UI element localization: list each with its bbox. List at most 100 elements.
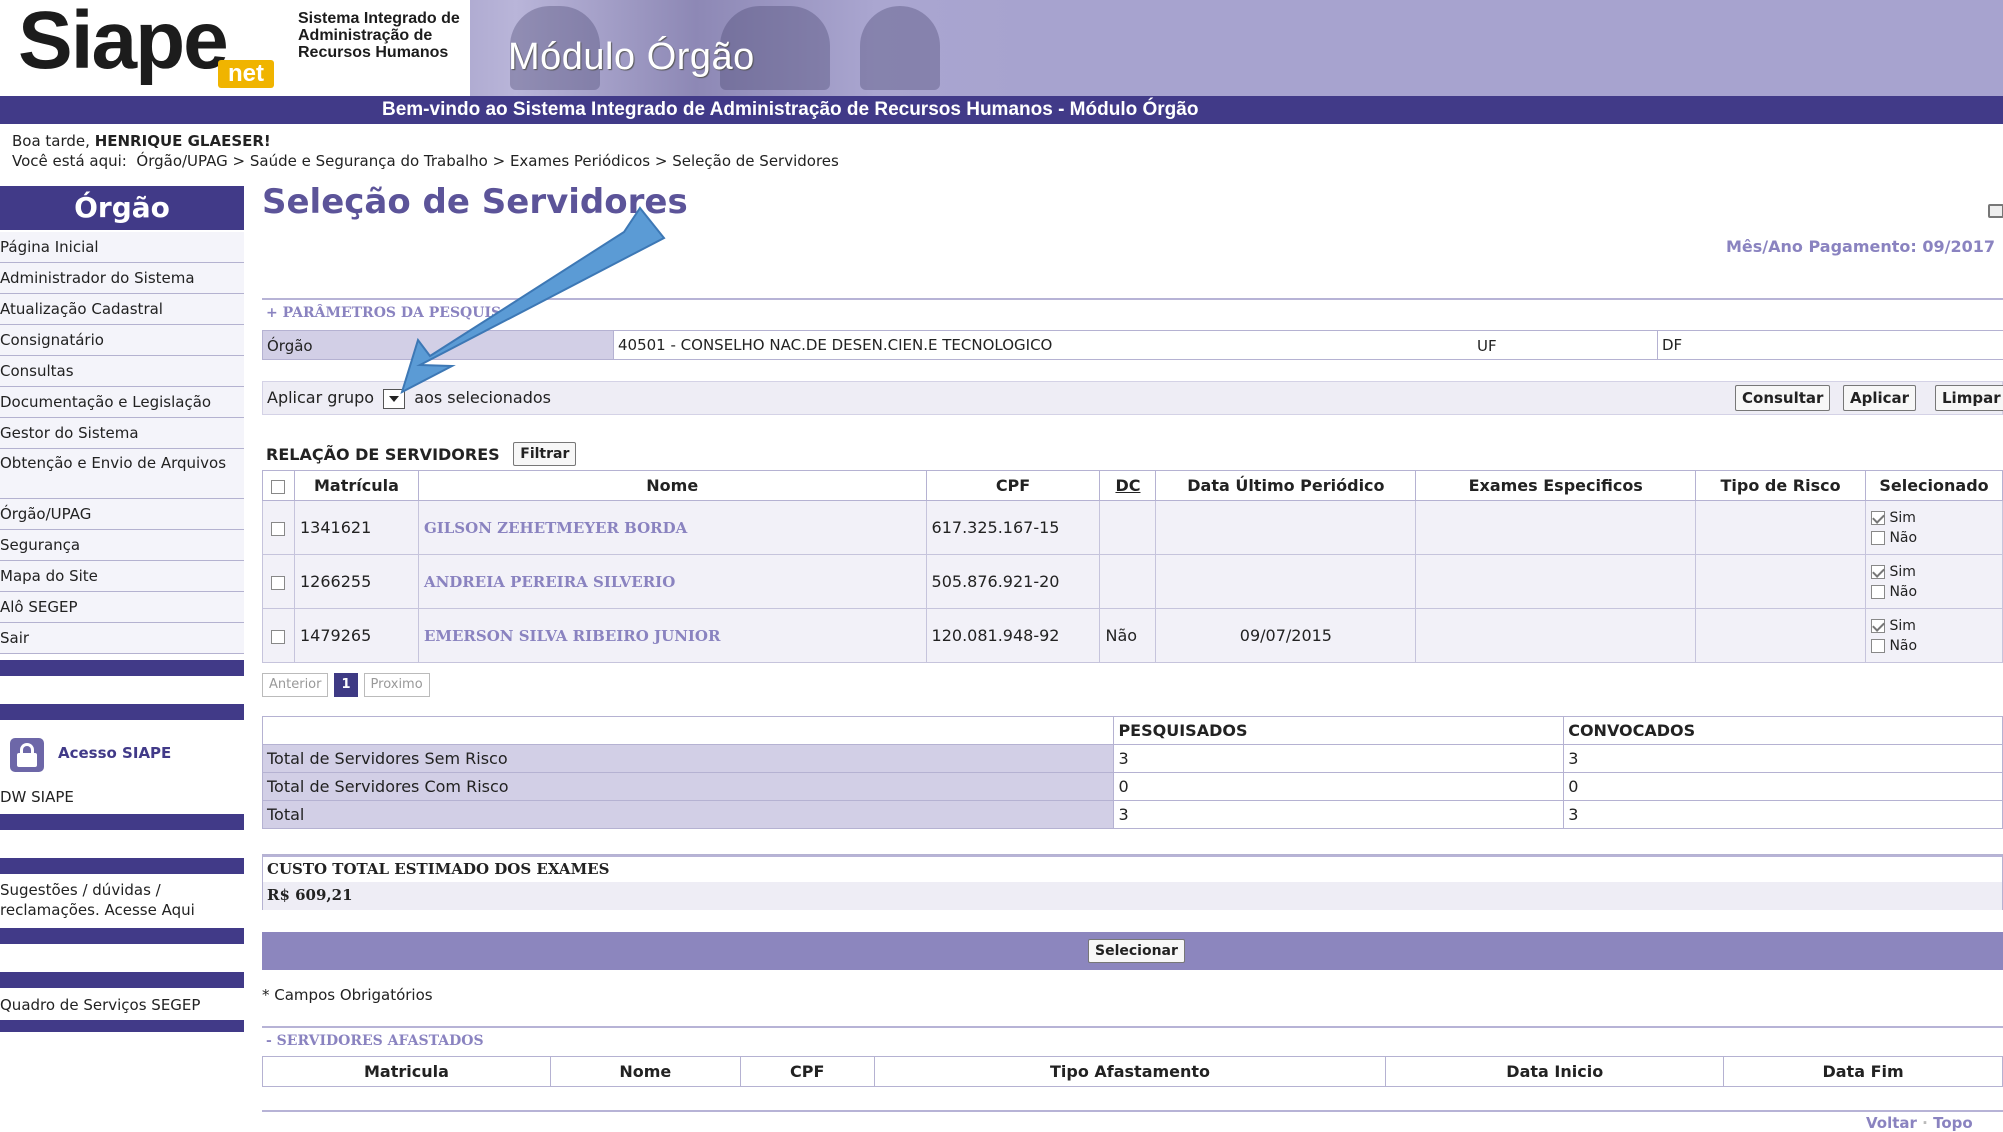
select-all-checkbox[interactable] (271, 479, 286, 494)
sidebar-item-obtencao-arquivos[interactable]: Obtenção e Envio de Arquivos (0, 449, 244, 499)
sidebar-item-orgao-upag[interactable]: Órgão/UPAG (0, 499, 244, 530)
uf-value: DF (1657, 331, 2003, 359)
print-icon[interactable] (1988, 204, 2003, 218)
sidebar-item-gestor[interactable]: Gestor do Sistema (0, 418, 244, 449)
col-selecionado: Selecionado (1864, 470, 2003, 501)
cell-data: 09/07/2015 (1155, 608, 1417, 663)
dw-siape-link[interactable]: DW SIAPE (0, 788, 74, 806)
totals-label: Total de Servidores Sem Risco (261, 744, 1115, 773)
sidebar-item-documentacao[interactable]: Documentação e Legislação (0, 387, 244, 418)
cell-dc: Não (1099, 608, 1157, 663)
siapenet-logo[interactable]: Siape net Sistema Integrado de Administr… (0, 0, 470, 96)
col-afast-nome: Nome (549, 1056, 741, 1087)
group-select[interactable] (383, 388, 406, 409)
cell-cpf: 120.081.948-92 (925, 608, 1101, 663)
nao-checkbox[interactable] (1870, 530, 1885, 545)
sidebar-item-mapa-site[interactable]: Mapa do Site (0, 561, 244, 592)
row-checkbox[interactable] (271, 629, 286, 644)
row-checkbox[interactable] (271, 575, 286, 590)
afastados-section-header[interactable]: - SERVIDORES AFASTADOS (266, 1033, 484, 1049)
nao-checkbox[interactable] (1870, 638, 1885, 653)
params-section-header[interactable]: + PARÂMETROS DA PESQUISA (266, 305, 512, 321)
totals-pesq: 3 (1113, 800, 1565, 829)
sidebar-item-atualizacao-cadastral[interactable]: Atualização Cadastral (0, 294, 244, 325)
sidebar-item-alo-segep[interactable]: Alô SEGEP (0, 592, 244, 623)
cell-cpf: 505.876.921-20 (925, 554, 1101, 609)
sidebar-item-seguranca[interactable]: Segurança (0, 530, 244, 561)
params-row: Órgão 40501 - CONSELHO NAC.DE DESEN.CIEN… (262, 330, 2003, 360)
cell-dc (1099, 554, 1157, 609)
cell-data (1155, 500, 1417, 555)
quadro-servicos-link[interactable]: Quadro de Serviços SEGEP (0, 996, 200, 1014)
breadcrumb-item[interactable]: Saúde e Segurança do Trabalho (250, 152, 488, 170)
pager-next[interactable]: Proximo (363, 673, 430, 697)
mes-ano-pagamento: Mês/Ano Pagamento: 09/2017 (1726, 237, 1995, 256)
aplicar-button[interactable]: Aplicar (1843, 385, 1917, 411)
totals-row: Total 3 3 (261, 800, 2003, 829)
section-divider (262, 1026, 2003, 1028)
cell-cpf: 617.325.167-15 (925, 500, 1101, 555)
lock-icon[interactable] (10, 738, 44, 772)
selecionar-button[interactable]: Selecionar (1088, 939, 1185, 963)
acesso-siape-link[interactable]: Acesso SIAPE (58, 744, 171, 762)
orgao-value: 40501 - CONSELHO NAC.DE DESEN.CIEN.E TEC… (613, 331, 1729, 359)
sidebar-title: Órgão (0, 186, 244, 230)
voltar-link[interactable]: Voltar (1866, 1114, 1917, 1132)
breadcrumb-item[interactable]: Órgão/UPAG (136, 152, 227, 170)
servidor-name-link[interactable]: GILSON ZEHETMEYER BORDA (424, 519, 687, 537)
servidor-name-link[interactable]: ANDREIA PEREIRA SILVERIO (424, 573, 675, 591)
totals-conv: 3 (1563, 744, 2003, 773)
pager-prev[interactable]: Anterior (262, 673, 329, 697)
col-afast-inicio: Data Inicio (1385, 1056, 1725, 1087)
totals-row: Total de Servidores Sem Risco 3 3 (261, 744, 2003, 773)
cell-exames (1415, 500, 1697, 555)
sidebar-item-consignatario[interactable]: Consignatário (0, 325, 244, 356)
sidebar-item-pagina-inicial[interactable]: Página Inicial (0, 232, 244, 263)
pagination: Anterior 1 Proximo (262, 673, 436, 697)
header-banner: Siape net Sistema Integrado de Administr… (0, 0, 2003, 96)
filtrar-button[interactable]: Filtrar (513, 442, 577, 466)
col-data-ultimo: Data Último Periódico (1155, 470, 1417, 501)
breadcrumb-item[interactable]: Exames Periódicos (510, 152, 650, 170)
cell-matricula: 1266255 (293, 554, 419, 609)
relacao-title: RELAÇÃO DE SERVIDORES Filtrar (266, 442, 577, 468)
consultar-button[interactable]: Consultar (1735, 385, 1831, 411)
cell-exames (1415, 554, 1697, 609)
sidebar-item-sair[interactable]: Sair (0, 623, 244, 654)
row-checkbox[interactable] (271, 521, 286, 536)
logo-subtitle: Sistema Integrado de Administração de Re… (298, 10, 460, 61)
totals-conv: 3 (1563, 800, 2003, 829)
sugestoes-link[interactable]: Sugestões / dúvidas / reclamações. Acess… (0, 880, 195, 920)
selecionar-bar: Selecionar (262, 932, 2003, 970)
sidebar-divider (0, 858, 244, 874)
sidebar-divider (0, 972, 244, 988)
col-dc: DC (1099, 470, 1157, 501)
table-row: 1266255 ANDREIA PEREIRA SILVERIO 505.876… (262, 554, 2003, 609)
pager-page[interactable]: 1 (334, 673, 358, 697)
topo-link[interactable]: Topo (1933, 1114, 1973, 1132)
sidebar-item-consultas[interactable]: Consultas (0, 356, 244, 387)
servidor-name-link[interactable]: EMERSON SILVA RIBEIRO JUNIOR (424, 627, 721, 645)
custo-label: CUSTO TOTAL ESTIMADO DOS EXAMES (263, 855, 2002, 882)
totals-pesq: 3 (1113, 744, 1565, 773)
limpar-button[interactable]: Limpar (1935, 385, 2003, 411)
custo-value: R$ 609,21 (263, 882, 2002, 910)
servidores-table: Matrícula Nome CPF DC Data Último Periód… (262, 470, 2003, 663)
col-matricula: Matrícula (293, 470, 419, 501)
sidebar-divider (0, 704, 244, 720)
sim-checkbox[interactable] (1870, 618, 1885, 633)
col-afast-tipo: Tipo Afastamento (873, 1056, 1387, 1087)
apply-group-label: Aplicar grupo (267, 388, 375, 407)
sim-checkbox[interactable] (1870, 564, 1885, 579)
uf-label: UF (1477, 337, 1497, 355)
sidebar-item-administrador[interactable]: Administrador do Sistema (0, 263, 244, 294)
cell-risco (1695, 554, 1866, 609)
sidebar-divider (0, 1020, 244, 1032)
col-convocados: CONVOCADOS (1563, 716, 2003, 745)
table-row: 1341621 GILSON ZEHETMEYER BORDA 617.325.… (262, 500, 2003, 555)
logo-net: net (218, 60, 274, 88)
nao-checkbox[interactable] (1870, 584, 1885, 599)
page-title: Seleção de Servidores (262, 182, 688, 222)
sim-checkbox[interactable] (1870, 510, 1885, 525)
totals-pesq: 0 (1113, 772, 1565, 801)
